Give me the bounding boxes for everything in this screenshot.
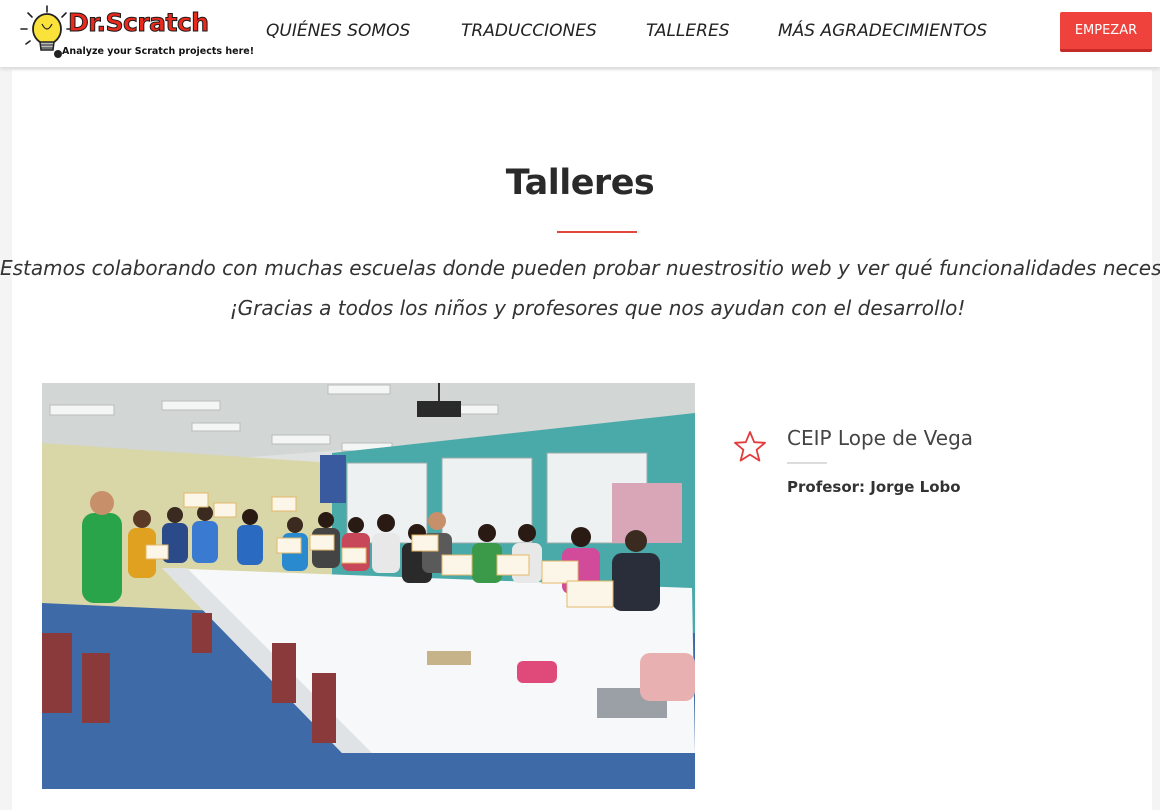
logo-tagline: Analyze your Scratch projects here! bbox=[62, 46, 255, 57]
school-divider bbox=[787, 462, 827, 464]
nav-link-quienes-somos[interactable]: QUIÉNES SOMOS bbox=[266, 21, 410, 41]
dr-scratch-logo[interactable]: Dr.Scratch Analyze your Scratch projects… bbox=[18, 4, 254, 62]
nav-link-mas-agradecimientos[interactable]: MÁS AGRADECIMIENTOS bbox=[778, 21, 987, 41]
title-underline bbox=[557, 231, 637, 233]
logo-wordmark: Dr.Scratch bbox=[68, 8, 210, 37]
page-title: Talleres bbox=[505, 163, 655, 203]
nav-link-traducciones[interactable]: TRADUCCIONES bbox=[461, 21, 597, 41]
workshop-teacher: Profesor: Jorge Lobo bbox=[787, 478, 961, 496]
intro-text-line-2: ¡Gracias a todos los niños y profesores … bbox=[229, 296, 966, 320]
empezar-button[interactable]: EMPEZAR bbox=[1060, 12, 1152, 52]
workshop-school-name: CEIP Lope de Vega bbox=[787, 426, 974, 450]
classroom-photo bbox=[42, 383, 695, 789]
nav-link-talleres[interactable]: TALLERES bbox=[646, 21, 729, 41]
intro-text-line-1: Estamos colaborando con muchas escuelas … bbox=[0, 256, 1160, 280]
star-outline-icon bbox=[734, 431, 766, 462]
top-navbar: Dr.Scratch Analyze your Scratch projects… bbox=[0, 0, 1160, 67]
